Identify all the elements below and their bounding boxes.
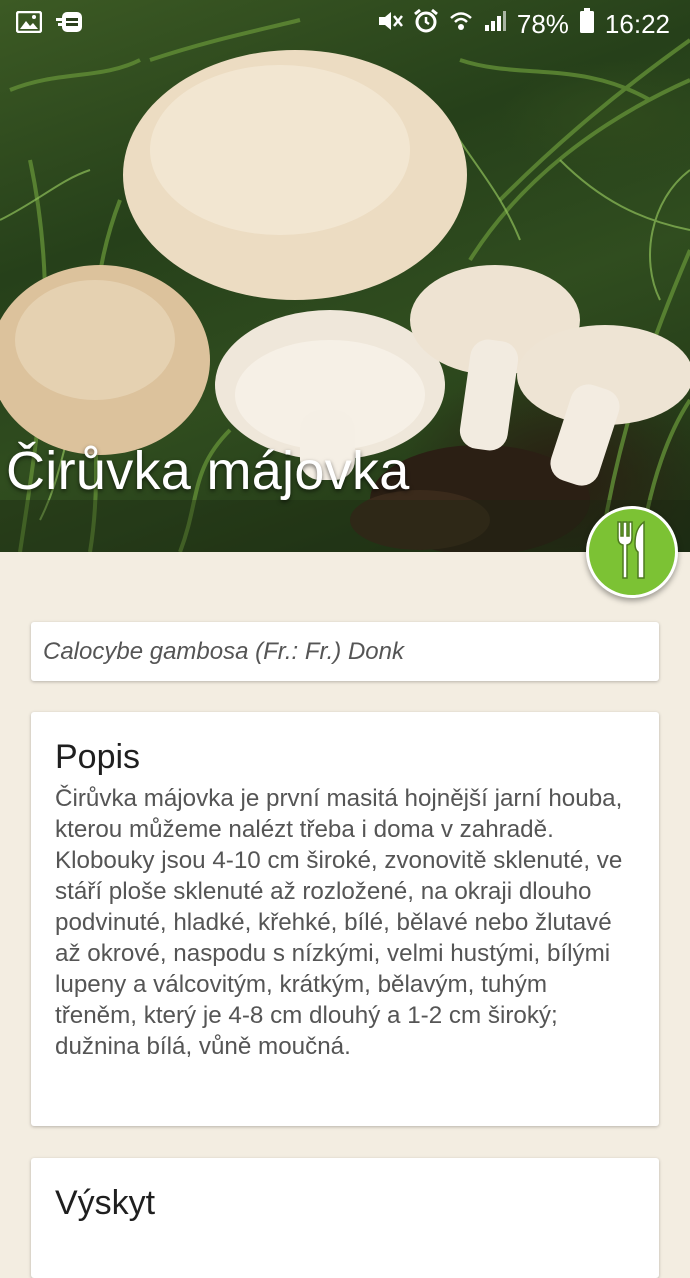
notification-icon <box>56 10 86 41</box>
description-text: Čirůvka májovka je první masitá hojnější… <box>55 785 623 1060</box>
page-title: Čirůvka májovka <box>6 441 410 501</box>
latin-name-card: Calocybe gambosa (Fr.: Fr.) Donk <box>31 622 659 681</box>
description-card: Popis Čirůvka májovka je první masitá ho… <box>31 712 659 1126</box>
description-heading: Popis <box>55 738 141 776</box>
status-bar: 78% 16:22 <box>0 0 690 48</box>
header-image: Čirůvka májovka <box>0 0 690 552</box>
image-icon <box>15 10 43 40</box>
mute-icon <box>377 9 403 40</box>
occurrence-card: Výskyt <box>31 1158 659 1278</box>
occurrence-heading: Výskyt <box>55 1184 156 1222</box>
latin-name: Calocybe gambosa (Fr.: Fr.) Donk <box>43 638 404 665</box>
clock: 16:22 <box>604 9 670 39</box>
edibility-fab[interactable] <box>586 506 678 598</box>
battery-icon <box>579 8 595 41</box>
fork-knife-icon <box>614 520 650 585</box>
alarm-icon <box>413 8 439 41</box>
signal-icon <box>483 9 507 40</box>
wifi-icon <box>449 9 473 40</box>
battery-percent: 78% <box>516 9 569 39</box>
